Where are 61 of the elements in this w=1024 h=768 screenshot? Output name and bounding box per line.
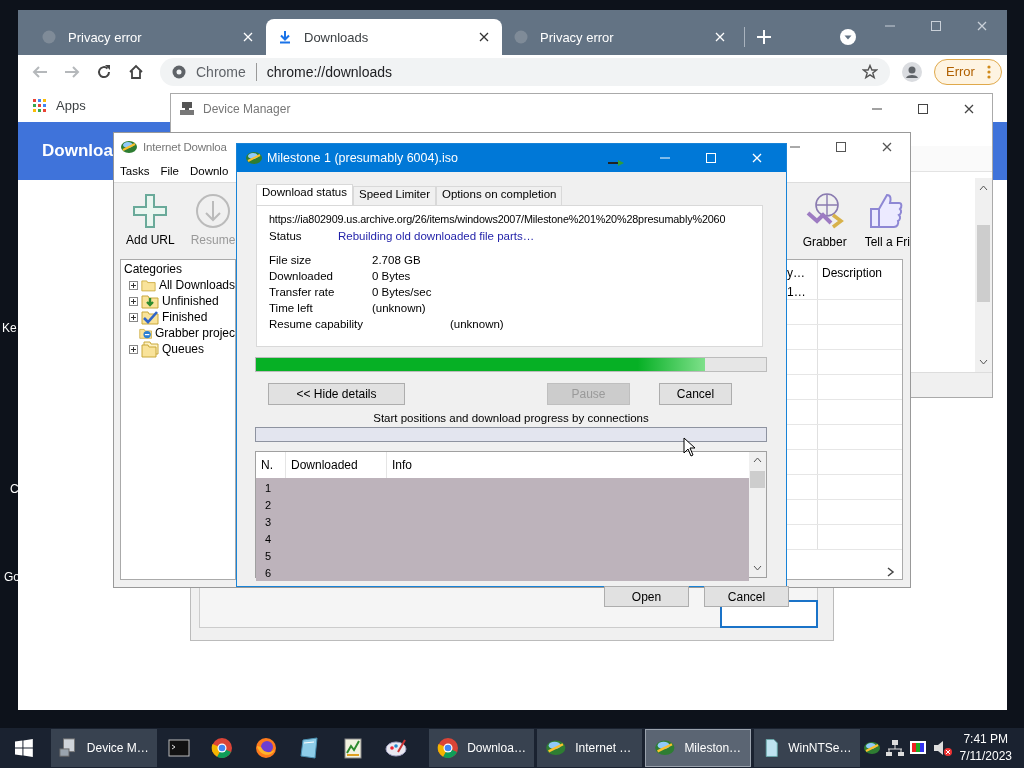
table-cell-text: 3 [264,515,273,528]
dialog-button[interactable]: Open [604,586,689,607]
field-value: 2.708 GB [372,253,422,268]
taskbar-button[interactable]: Downloa… [429,729,535,767]
url-text: chrome://downloads [266,63,393,80]
field-label: Transfer rate [269,285,336,300]
taskbar-button[interactable]: Mileston… [645,729,751,767]
tab[interactable]: Download status [256,184,354,205]
browser-tab[interactable]: Downloads [266,19,502,55]
taskbar-button[interactable]: WinNTSe… [753,729,860,767]
tree-item[interactable]: All Downloads [124,277,235,293]
table-cell-text: 1 [264,481,273,494]
menu-item[interactable]: Downlo [189,165,229,177]
desktop-icon-label[interactable]: C [10,482,19,496]
bookmark[interactable]: Apps [33,97,86,113]
browser-tab[interactable]: Privacy error [30,19,266,55]
menu-item[interactable]: File [160,165,179,177]
url-text: https://ia802909.us.archive.org/26/items/windows2007/Milestone%201%20%28presumably%2060 [269,213,726,227]
column-header[interactable]: Description [818,260,902,285]
field-label: Status [269,230,303,244]
field-value: 0 Bytes [372,269,412,284]
tree-item[interactable]: Unfinished [124,293,235,309]
field-label: File size [269,253,313,268]
dialog-button[interactable]: Cancel [659,383,732,405]
address-bar[interactable]: Chrome chrome://downloads [160,57,890,86]
tree-item[interactable]: Queues [124,341,235,357]
site-label: Chrome [196,63,246,80]
page-title: Downloa [42,141,113,161]
table-cell-text: 4 [264,532,273,545]
error-button[interactable]: Error [934,58,1002,85]
toolbar-button[interactable]: Add URL [124,193,177,247]
taskbar-button[interactable]: Internet … [537,729,643,767]
table-cell-text: 5 [264,549,273,562]
field-value: (unknown) [450,317,504,332]
panel-title: Categories [124,262,184,276]
column-header[interactable]: Info [387,452,749,478]
table-cell-text: 2 [264,498,273,511]
window-title: Device Manager [203,101,291,116]
caption-text: Start positions and download progress by connections [372,411,650,426]
toolbar-button[interactable]: Grabber [800,191,849,249]
table-cell-text: 6 [264,566,273,579]
browser-tab[interactable]: Privacy error [502,19,738,55]
menu-item[interactable]: Tasks [120,165,150,177]
tab[interactable]: Speed Limiter [353,186,436,205]
desktop-icon-label[interactable]: Ke [2,321,17,335]
field-value: (unknown) [372,301,427,316]
status-text: Rebuilding old downloaded file parts… [338,230,535,244]
dialog-button[interactable]: Cancel [704,586,789,607]
field-label: Time left [269,301,314,316]
window-title: Internet Downloa [143,140,227,153]
dialog-button[interactable]: << Hide details [268,383,405,405]
tab[interactable]: Options on completion [436,186,563,205]
field-label: Resume capability [269,317,364,332]
toolbar-button[interactable]: Tell a Fri [858,191,910,249]
tree-item[interactable]: Grabber projec [124,325,235,341]
window-title: Milestone 1 (presumably 6004).iso [267,151,459,165]
field-label: Downloaded [269,269,334,284]
tree-item[interactable]: Finished [124,309,235,325]
field-value: 0 Bytes/sec [372,285,433,300]
taskbar-button[interactable]: Device M… [50,729,157,767]
clock[interactable]: 7:41 PM 7/11/2023 [959,731,1012,765]
